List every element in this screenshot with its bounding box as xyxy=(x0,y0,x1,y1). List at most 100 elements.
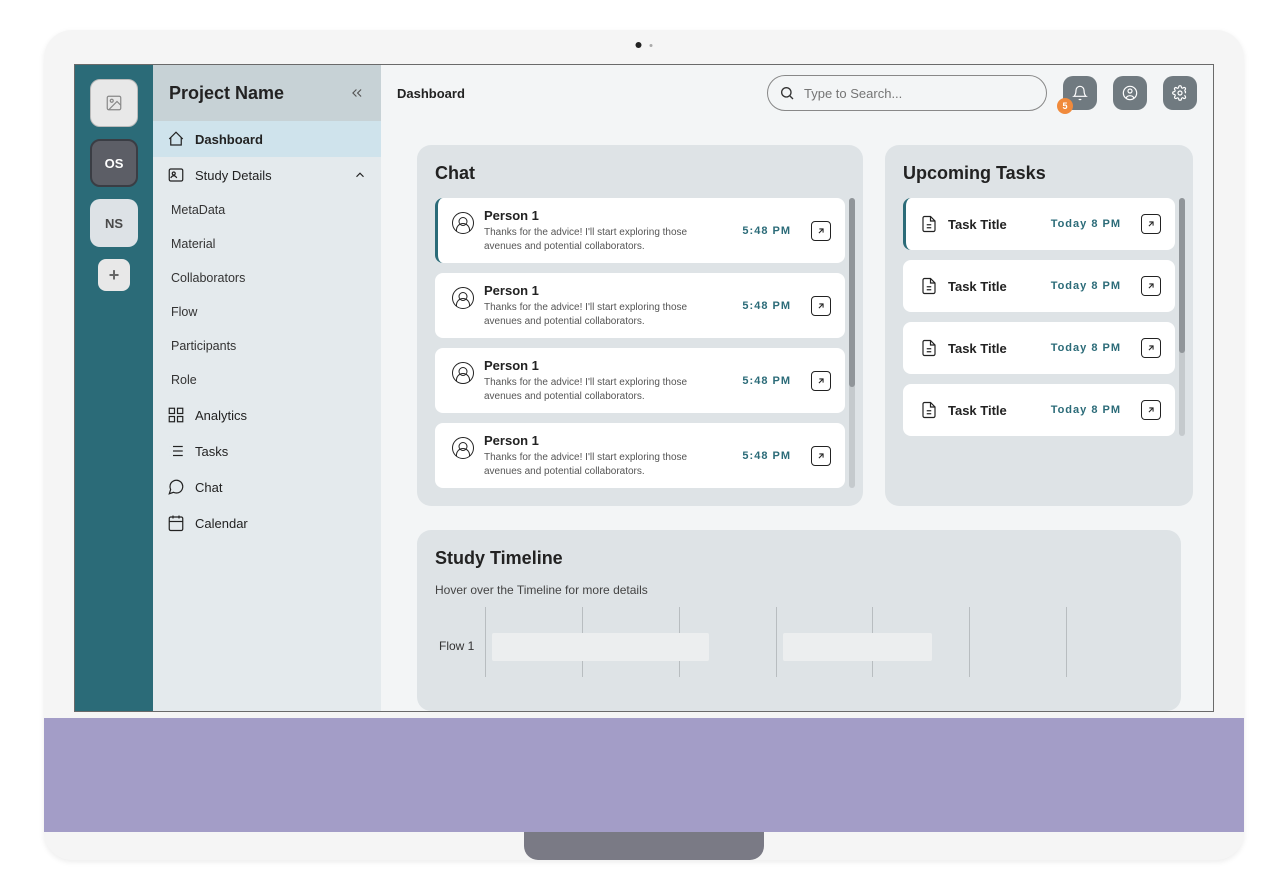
sidebar-item-label: Chat xyxy=(195,480,222,495)
document-icon xyxy=(920,215,938,233)
device-base xyxy=(44,718,1244,832)
sidebar: Project Name Dashboard Study Details Met… xyxy=(153,65,381,711)
task-title: Task Title xyxy=(948,217,1041,232)
open-chat-button[interactable] xyxy=(811,446,831,466)
task-time: Today 8 PM xyxy=(1051,280,1121,292)
avatar-icon xyxy=(452,437,474,459)
sidebar-item-study-details[interactable]: Study Details xyxy=(153,157,381,193)
chevron-up-icon xyxy=(353,168,367,182)
scrollbar[interactable] xyxy=(849,198,855,488)
sidebar-sub-metadata[interactable]: MetaData xyxy=(153,193,381,227)
open-chat-button[interactable] xyxy=(811,296,831,316)
sidebar-item-label: Dashboard xyxy=(195,132,263,147)
timeline-panel: Study Timeline Hover over the Timeline f… xyxy=(417,530,1181,711)
content: Chat Person 1 Thanks for the advice! I'l… xyxy=(381,121,1213,711)
sidebar-sub-role[interactable]: Role xyxy=(153,363,381,397)
chat-message: Thanks for the advice! I'll start explor… xyxy=(484,451,726,478)
arrow-up-right-icon xyxy=(816,226,826,236)
chat-sender: Person 1 xyxy=(484,358,726,373)
project-title: Project Name xyxy=(169,83,284,104)
task-title: Task Title xyxy=(948,341,1041,356)
open-task-button[interactable] xyxy=(1141,214,1161,234)
chat-list: Person 1 Thanks for the advice! I'll sta… xyxy=(435,198,845,488)
arrow-up-right-icon xyxy=(816,301,826,311)
task-card[interactable]: Task Title Today 8 PM xyxy=(903,260,1175,312)
scrollbar[interactable] xyxy=(1179,198,1185,436)
search-wrap xyxy=(767,75,1047,111)
timeline-title: Study Timeline xyxy=(435,548,1163,569)
task-card[interactable]: Task Title Today 8 PM xyxy=(903,322,1175,374)
search-input[interactable] xyxy=(767,75,1047,111)
timeline-body[interactable]: Flow 1 xyxy=(435,607,1163,677)
grid-icon xyxy=(167,406,185,424)
chat-icon xyxy=(167,478,185,496)
arrow-up-right-icon xyxy=(816,376,826,386)
device-frame: OS NS + Project Name Dashboard Study Det… xyxy=(44,30,1244,860)
chat-card[interactable]: Person 1 Thanks for the advice! I'll sta… xyxy=(435,198,845,263)
main-area: Dashboard 5 Cha xyxy=(381,65,1213,711)
chat-sender: Person 1 xyxy=(484,208,726,223)
tasks-panel-title: Upcoming Tasks xyxy=(903,163,1175,184)
chevron-double-left-icon xyxy=(349,86,365,100)
timeline-subtitle: Hover over the Timeline for more details xyxy=(435,583,1163,597)
timeline-bar[interactable] xyxy=(492,633,709,661)
open-task-button[interactable] xyxy=(1141,338,1161,358)
task-title: Task Title xyxy=(948,403,1041,418)
tasks-panel: Upcoming Tasks Task Title Today 8 PM Tas… xyxy=(885,145,1193,506)
avatar-icon xyxy=(452,362,474,384)
notifications-button[interactable]: 5 xyxy=(1063,76,1097,110)
sidebar-item-analytics[interactable]: Analytics xyxy=(153,397,381,433)
home-icon xyxy=(167,130,185,148)
contact-icon xyxy=(167,166,185,184)
rail-add-workspace[interactable]: + xyxy=(98,259,130,291)
chat-sender: Person 1 xyxy=(484,433,726,448)
list-icon xyxy=(167,442,185,460)
device-stand xyxy=(524,832,764,860)
gear-icon xyxy=(1172,85,1188,101)
collapse-sidebar-button[interactable] xyxy=(349,86,365,100)
timeline-bar[interactable] xyxy=(783,633,932,661)
arrow-up-right-icon xyxy=(1146,219,1156,229)
bell-icon xyxy=(1072,85,1088,101)
project-rail: OS NS + xyxy=(75,65,153,711)
sidebar-item-calendar[interactable]: Calendar xyxy=(153,505,381,541)
timeline-flow-label: Flow 1 xyxy=(439,639,474,653)
chat-card[interactable]: Person 1 Thanks for the advice! I'll sta… xyxy=(435,423,845,488)
sidebar-item-label: Study Details xyxy=(195,168,272,183)
settings-button[interactable] xyxy=(1163,76,1197,110)
sidebar-item-dashboard[interactable]: Dashboard xyxy=(153,121,381,157)
chat-panel-title: Chat xyxy=(435,163,845,184)
chat-card[interactable]: Person 1 Thanks for the advice! I'll sta… xyxy=(435,348,845,413)
open-chat-button[interactable] xyxy=(811,221,831,241)
task-card[interactable]: Task Title Today 8 PM xyxy=(903,384,1175,436)
chat-message: Thanks for the advice! I'll start explor… xyxy=(484,226,726,253)
rail-image-tile[interactable] xyxy=(90,79,138,127)
chat-time: 5:48 PM xyxy=(742,225,791,237)
sidebar-item-tasks[interactable]: Tasks xyxy=(153,433,381,469)
chat-time: 5:48 PM xyxy=(742,300,791,312)
sidebar-sub-flow[interactable]: Flow xyxy=(153,295,381,329)
chat-time: 5:48 PM xyxy=(742,450,791,462)
arrow-up-right-icon xyxy=(1146,343,1156,353)
sidebar-header: Project Name xyxy=(153,65,381,121)
chat-card[interactable]: Person 1 Thanks for the advice! I'll sta… xyxy=(435,273,845,338)
sidebar-item-chat[interactable]: Chat xyxy=(153,469,381,505)
sidebar-sub-participants[interactable]: Participants xyxy=(153,329,381,363)
open-chat-button[interactable] xyxy=(811,371,831,391)
user-icon xyxy=(1122,85,1138,101)
chat-message: Thanks for the advice! I'll start explor… xyxy=(484,301,726,328)
profile-button[interactable] xyxy=(1113,76,1147,110)
task-time: Today 8 PM xyxy=(1051,218,1121,230)
rail-workspace-os[interactable]: OS xyxy=(90,139,138,187)
task-card[interactable]: Task Title Today 8 PM xyxy=(903,198,1175,250)
open-task-button[interactable] xyxy=(1141,400,1161,420)
task-time: Today 8 PM xyxy=(1051,342,1121,354)
rail-workspace-ns[interactable]: NS xyxy=(90,199,138,247)
avatar-icon xyxy=(452,287,474,309)
document-icon xyxy=(920,277,938,295)
sidebar-sub-material[interactable]: Material xyxy=(153,227,381,261)
document-icon xyxy=(920,401,938,419)
sidebar-item-label: Calendar xyxy=(195,516,248,531)
open-task-button[interactable] xyxy=(1141,276,1161,296)
sidebar-sub-collaborators[interactable]: Collaborators xyxy=(153,261,381,295)
